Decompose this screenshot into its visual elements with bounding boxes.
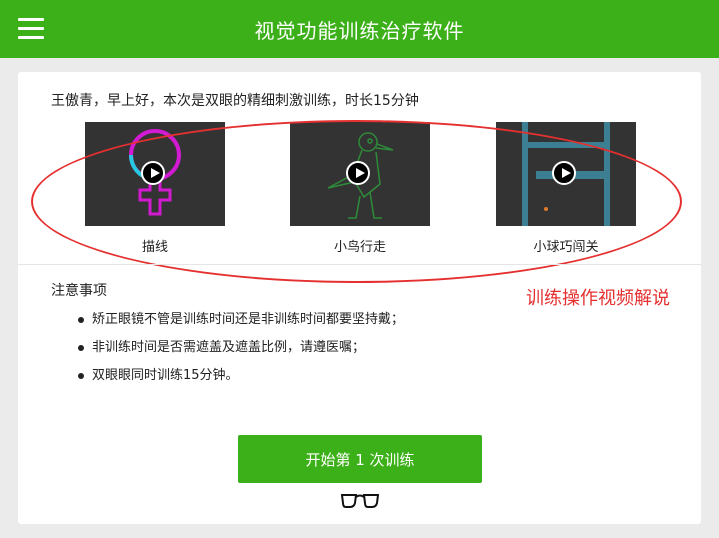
app-title: 视觉功能训练治疗软件	[254, 18, 465, 43]
divider	[18, 264, 701, 265]
training-card: 王傲青，早上好，本次是双眼的精细刺激训练，时长15分钟 描线 小鸟行走 小球巧闯…	[18, 72, 701, 524]
notes-list: 矫正眼镜不管是训练时间还是非训练时间都要坚持戴； 非训练时间是否需遮盖及遮盖比例…	[78, 310, 404, 394]
note-item: 矫正眼镜不管是训练时间还是非训练时间都要坚持戴；	[78, 310, 404, 338]
video-label: 描线	[141, 240, 168, 255]
start-training-button[interactable]: 开始第 1 次训练	[238, 435, 482, 483]
play-icon[interactable]	[141, 161, 165, 185]
play-icon[interactable]	[552, 161, 576, 185]
note-item: 双眼眼同时训练15分钟。	[78, 366, 404, 394]
video-thumbnail-bird	[290, 122, 430, 226]
video-bird-walking[interactable]: 小鸟行走	[290, 122, 430, 255]
hamburger-menu-icon[interactable]	[18, 18, 44, 40]
play-icon[interactable]	[346, 161, 370, 185]
note-item: 非训练时间是否需遮盖及遮盖比例，请遵医嘱；	[78, 338, 404, 366]
video-thumbnail-tracing	[85, 122, 225, 226]
video-guide-annotation: 训练操作视频解说	[526, 288, 670, 309]
video-list: 描线 小鸟行走 小球巧闯关	[18, 122, 701, 262]
notes-title: 注意事项	[51, 283, 107, 299]
video-label: 小球巧闯关	[533, 240, 599, 255]
video-label: 小鸟行走	[333, 240, 386, 255]
top-app-bar: 视觉功能训练治疗软件	[0, 0, 719, 58]
greeting-text: 王傲青，早上好，本次是双眼的精细刺激训练，时长15分钟	[51, 93, 419, 109]
video-tracing[interactable]: 描线	[85, 122, 225, 255]
video-ball-maze[interactable]: 小球巧闯关	[496, 122, 636, 255]
video-thumbnail-ball	[496, 122, 636, 226]
glasses-icon[interactable]	[340, 491, 380, 509]
